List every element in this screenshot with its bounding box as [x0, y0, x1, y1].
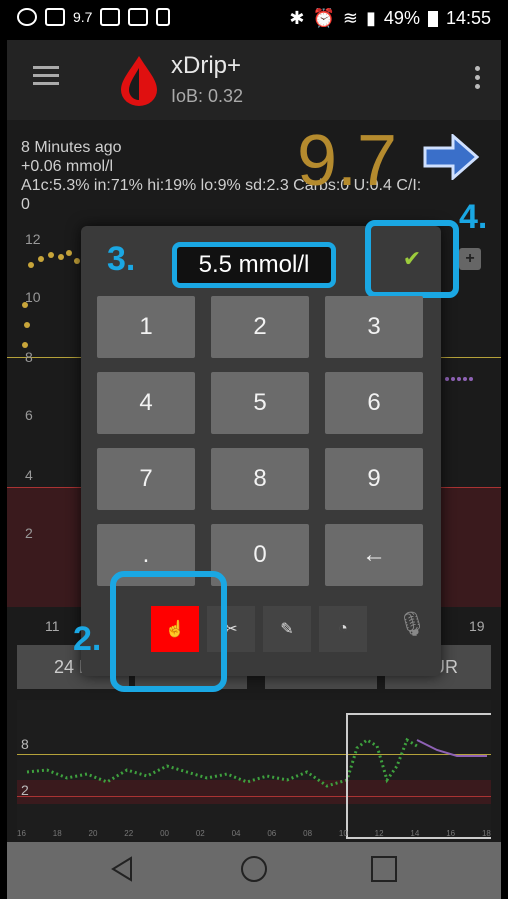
preview-chart: 8 2 16 18 20 22 00 02 04 06 08 10 12 14 … [17, 700, 491, 840]
status-bar: 9.7 ✱ ⏰ ≋ ▮ 49% 14:55 [7, 0, 501, 40]
speed-text: 9.7 [73, 9, 93, 25]
preview-x-tick: 18 [52, 829, 62, 838]
xdrip-logo [121, 56, 157, 106]
mail-icon-2 [100, 8, 121, 26]
preview-x-tick: 18 [481, 829, 491, 838]
clock: 14:55 [445, 8, 491, 28]
battery-icon [427, 10, 438, 27]
trend-arrow-icon [423, 134, 479, 180]
iob-text: IoB: 0.32 [171, 86, 244, 106]
ok-button[interactable]: ✔ [365, 220, 459, 298]
back-nav-icon[interactable] [107, 854, 137, 884]
check-icon: ✔ [402, 246, 422, 271]
phone-screen: 9.7 ✱ ⏰ ≋ ▮ 49% 14:55 xDrip+ IoB: 0.32 1… [7, 0, 501, 899]
overflow-menu-icon[interactable] [475, 66, 481, 93]
key-1[interactable]: 1 [97, 296, 195, 358]
preview-x-tick: 02 [195, 829, 205, 838]
reading-age: 8 Minutes ago [21, 139, 122, 156]
backspace-button[interactable]: ← [325, 524, 423, 586]
stats-line-cont: 0 [21, 196, 30, 213]
key-4[interactable]: 4 [97, 372, 195, 434]
preview-x-tick: 20 [88, 829, 98, 838]
preview-x-tick: 08 [303, 829, 313, 838]
highlight-box-2 [110, 571, 227, 692]
alarm-icon: ⏰ [312, 8, 335, 28]
preview-x-tick: 22 [124, 829, 134, 838]
menu-icon[interactable] [33, 66, 59, 86]
key-3[interactable]: 3 [325, 296, 423, 358]
app-bar: xDrip+ IoB: 0.32 [7, 40, 501, 120]
key-7[interactable]: 7 [97, 448, 195, 510]
app-title: xDrip+ [171, 52, 242, 79]
home-nav-icon[interactable] [239, 854, 269, 884]
preview-x-tick: 16 [17, 829, 26, 838]
syringe-button[interactable]: ✎ [263, 606, 311, 652]
wifi-icon: ≋ [342, 8, 359, 28]
key-0[interactable]: 0 [211, 524, 309, 586]
preview-x-tick: 00 [160, 829, 169, 838]
delta: +0.06 mmol/l [21, 158, 114, 175]
preview-x-tick: 10 [338, 829, 348, 838]
key-8[interactable]: 8 [211, 448, 309, 510]
whatsapp-icon [17, 8, 37, 26]
timer-button[interactable]: ◔ [319, 606, 367, 652]
bg-value: 9.7 [297, 121, 398, 201]
battery-percent: 49% [383, 8, 420, 28]
preview-x-tick: 12 [374, 829, 384, 838]
timer-icon: ◔ [338, 620, 348, 637]
preview-x-tick: 16 [446, 829, 456, 838]
info-panel: 8 Minutes ago +0.06 mmol/l A1c:5.3% in:7… [21, 138, 491, 214]
mail-icon [45, 8, 65, 26]
key-6[interactable]: 6 [325, 372, 423, 434]
callout-4: 4. [459, 198, 488, 236]
recents-nav-icon[interactable] [369, 854, 399, 884]
key-2[interactable]: 2 [211, 296, 309, 358]
stats-line: A1c:5.3% in:71% hi:19% lo:9% sd:2.3 Carb… [21, 177, 422, 194]
key-5[interactable]: 5 [211, 372, 309, 434]
x-label-right: 19 [469, 618, 485, 634]
value-display: 5.5 mmol/l [172, 242, 336, 288]
bluetooth-icon: ✱ [289, 8, 305, 28]
preview-trace [26, 713, 491, 839]
syringe-icon: ✎ [280, 621, 294, 638]
preview-x-tick: 14 [410, 829, 420, 838]
preview-x-tick: 04 [231, 829, 241, 838]
key-9[interactable]: 9 [325, 448, 423, 510]
signal-icon: ▮ [366, 8, 376, 28]
device-icon [156, 8, 171, 26]
preview-x-axis: 16 18 20 22 00 02 04 06 08 10 12 14 16 1… [17, 829, 491, 838]
android-nav-bar [7, 842, 501, 899]
image-icon [128, 8, 149, 26]
x-label-left: 11 [45, 618, 60, 634]
add-note-icon[interactable]: + [459, 248, 481, 270]
microphone-icon[interactable]: 🎙 [397, 610, 427, 639]
callout-3: 3. [107, 240, 136, 278]
preview-x-tick: 06 [267, 829, 277, 838]
callout-2: 2. [73, 620, 102, 658]
